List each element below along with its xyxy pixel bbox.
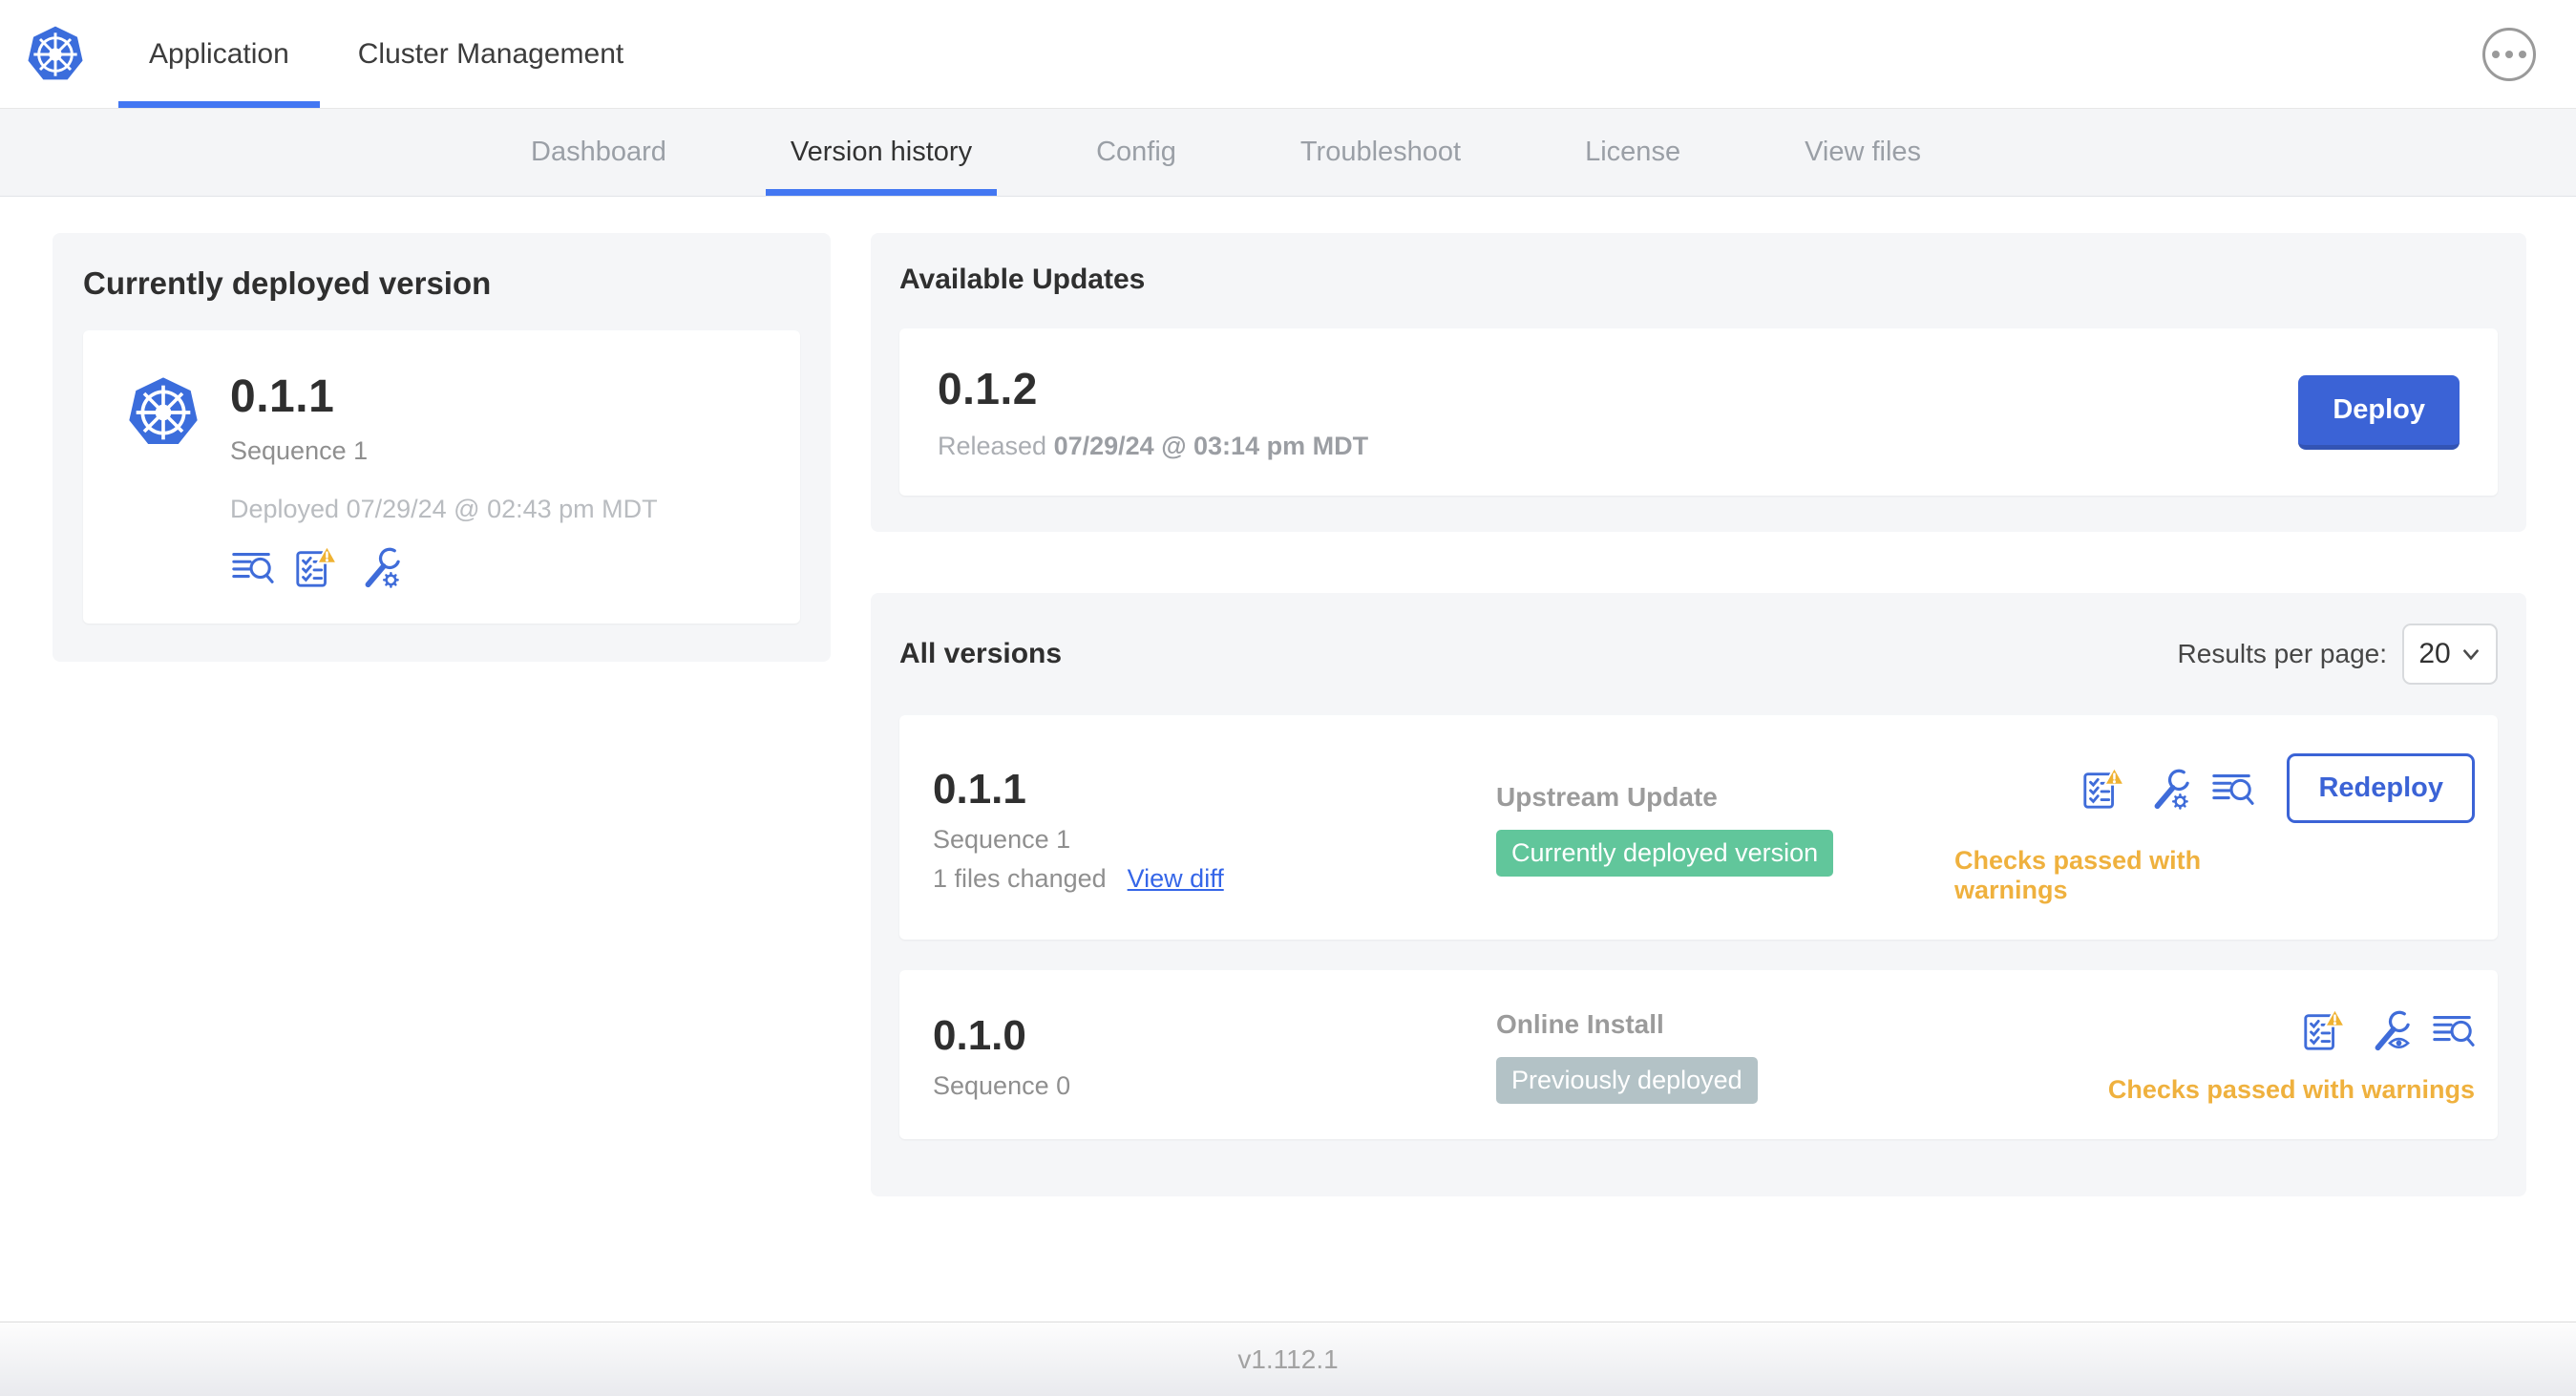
chevron-down-icon	[2462, 649, 2479, 661]
all-versions-header: All versions Results per page: 20	[899, 624, 2498, 685]
released-date: 07/29/24 @ 03:14 pm MDT	[1053, 432, 1369, 460]
version-number: 0.1.0	[933, 1012, 1026, 1059]
top-nav-tabs: Application Cluster Management	[118, 0, 654, 108]
tab-config[interactable]: Config	[1071, 109, 1201, 196]
tab-license[interactable]: License	[1560, 109, 1705, 196]
deployed-info: 0.1.1 Sequence 1 Deployed 07/29/24 @ 02:…	[230, 370, 658, 589]
more-options-button[interactable]	[2482, 28, 2536, 81]
edit-config-icon[interactable]	[2145, 767, 2190, 811]
results-per-page-value: 20	[2418, 638, 2451, 669]
ellipsis-icon	[2492, 51, 2500, 58]
currently-deployed-panel: Currently deployed version 0.1.1 Sequenc…	[53, 233, 831, 662]
update-version-number: 0.1.2	[938, 364, 1038, 413]
preflight-checks-warning-icon[interactable]	[2301, 1008, 2345, 1052]
update-released-line: Released 07/29/24 @ 03:14 pm MDT	[938, 432, 1368, 461]
deployed-version-number: 0.1.1	[230, 371, 335, 422]
preflight-status-text: Checks passed with warnings	[2107, 1075, 2475, 1104]
tab-troubleshoot[interactable]: Troubleshoot	[1276, 109, 1486, 196]
update-info: 0.1.2 Released 07/29/24 @ 03:14 pm MDT	[938, 363, 1368, 461]
tab-version-history[interactable]: Version history	[765, 109, 998, 196]
version-sequence: Sequence 1	[933, 824, 1071, 854]
view-diff-logs-icon[interactable]	[2210, 767, 2255, 811]
previously-deployed-badge: Previously deployed	[1496, 1057, 1758, 1104]
deployed-icon-row	[230, 545, 658, 589]
view-config-icon[interactable]	[2366, 1008, 2410, 1052]
deploy-button[interactable]: Deploy	[2298, 374, 2460, 450]
currently-deployed-card: 0.1.1 Sequence 1 Deployed 07/29/24 @ 02:…	[83, 330, 800, 624]
version-row-info: 0.1.0 Sequence 0	[933, 1012, 1496, 1101]
app-sub-nav: Dashboard Version history Config Trouble…	[0, 109, 2576, 197]
right-column: Available Updates 0.1.2 Released 07/29/2…	[871, 233, 2526, 1196]
available-updates-title: Available Updates	[899, 264, 1146, 295]
version-number: 0.1.1	[933, 765, 1026, 813]
version-row-actions: Redeploy Checks passed with warnings	[1954, 753, 2475, 905]
console-version: v1.112.1	[1237, 1343, 1339, 1374]
all-versions-panel: All versions Results per page: 20 0.1.1 …	[871, 593, 2526, 1196]
version-row-0-1-0: 0.1.0 Sequence 0 Online Install Previous…	[899, 970, 2498, 1139]
all-versions-title: All versions	[899, 638, 1063, 669]
content: Currently deployed version 0.1.1 Sequenc…	[0, 197, 2576, 1196]
deployed-timestamp: Deployed 07/29/24 @ 02:43 pm MDT	[230, 495, 658, 523]
kubernetes-app-icon	[129, 377, 198, 444]
redeploy-button[interactable]: Redeploy	[2287, 753, 2475, 823]
view-diff-link[interactable]: View diff	[1128, 864, 1224, 894]
version-source-label: Online Install	[1496, 1009, 1664, 1039]
files-changed-label: 1 files changed	[933, 863, 1107, 893]
deployed-sequence: Sequence 1	[230, 436, 369, 465]
view-diff-logs-icon[interactable]	[2431, 1008, 2475, 1052]
ellipsis-icon	[2519, 51, 2526, 58]
released-prefix: Released	[938, 432, 1047, 460]
results-per-page: Results per page: 20	[2178, 624, 2498, 685]
tab-dashboard[interactable]: Dashboard	[506, 109, 691, 196]
currently-deployed-badge: Currently deployed version	[1496, 830, 1834, 877]
tab-view-files[interactable]: View files	[1780, 109, 1946, 196]
kubernetes-logo-icon	[28, 26, 83, 79]
currently-deployed-title: Currently deployed version	[83, 265, 492, 301]
top-nav: Application Cluster Management	[0, 0, 2576, 109]
version-row-actions: Checks passed with warnings	[2108, 1008, 2475, 1105]
version-row-source: Online Install Previously deployed	[1496, 1009, 1954, 1104]
preflight-checks-warning-icon[interactable]	[293, 545, 337, 589]
available-updates-panel: Available Updates 0.1.2 Released 07/29/2…	[871, 233, 2526, 532]
edit-config-icon[interactable]	[356, 545, 400, 589]
version-row-source: Upstream Update Currently deployed versi…	[1496, 782, 1954, 877]
tab-cluster-management[interactable]: Cluster Management	[327, 0, 654, 108]
ellipsis-icon	[2505, 51, 2513, 58]
version-source-label: Upstream Update	[1496, 782, 1718, 812]
results-per-page-label: Results per page:	[2177, 639, 2387, 668]
available-update-card: 0.1.2 Released 07/29/24 @ 03:14 pm MDT D…	[899, 328, 2498, 496]
version-row-info: 0.1.1 Sequence 1 1 files changed View di…	[933, 766, 1496, 894]
results-per-page-select[interactable]: 20	[2402, 624, 2498, 685]
tab-application[interactable]: Application	[118, 0, 320, 108]
view-diff-logs-icon[interactable]	[230, 545, 274, 589]
version-row-0-1-1: 0.1.1 Sequence 1 1 files changed View di…	[899, 715, 2498, 940]
preflight-status-text: Checks passed with warnings	[1954, 846, 2202, 904]
version-sequence: Sequence 0	[933, 1071, 1071, 1100]
preflight-checks-warning-icon[interactable]	[2080, 766, 2125, 811]
app-footer: v1.112.1	[0, 1322, 2576, 1396]
